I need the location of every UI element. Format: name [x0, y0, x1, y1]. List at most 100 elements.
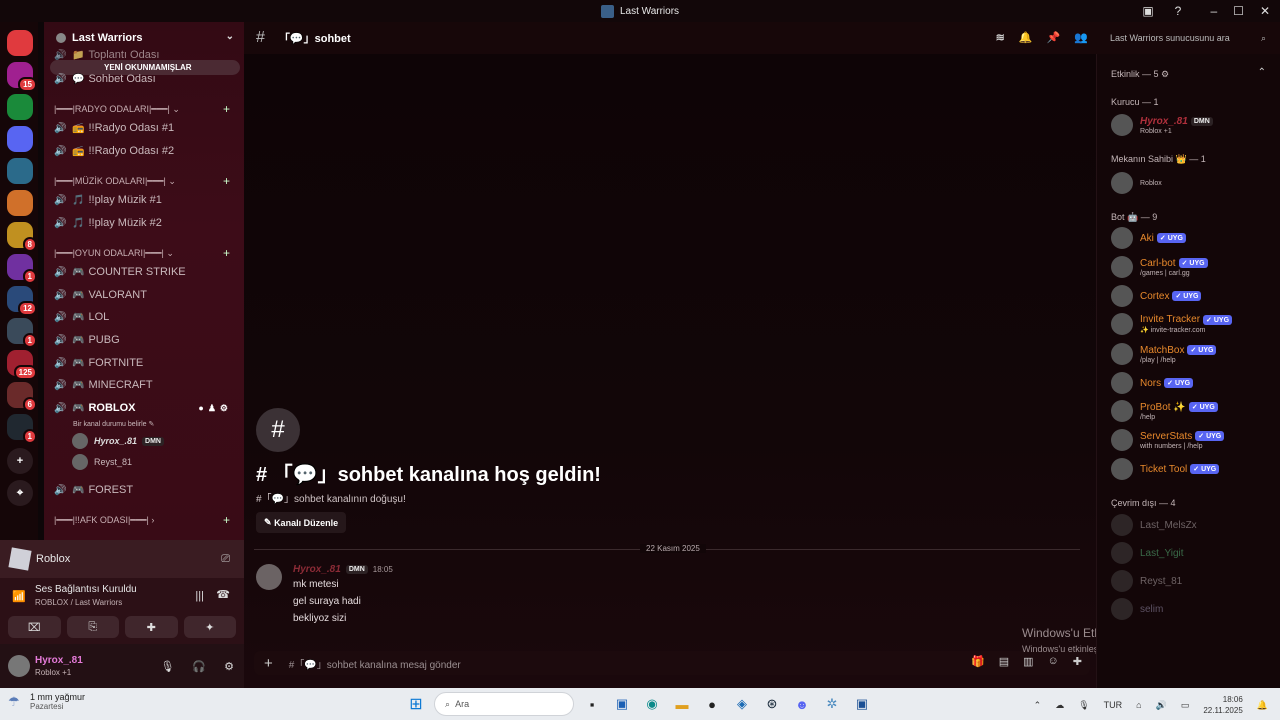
windows-start-icon[interactable]: ⊞ [404, 692, 428, 716]
invite-icon[interactable]: ♟ [208, 403, 216, 414]
browser-icon[interactable]: ● [700, 692, 724, 716]
channel-valorant[interactable]: 🔊 🎮 VALORANT [54, 285, 236, 305]
weather-widget[interactable]: ☂ 1 mm yağmur Pazartesi [8, 692, 85, 711]
channel-fortnite[interactable]: 🔊 🎮 FORTNITE [54, 353, 236, 373]
user-panel[interactable]: Hyrox_.81 Roblox +1 🎙 🎧 ⚙ [0, 644, 244, 688]
server-icon[interactable]: 6 [7, 382, 37, 412]
member-item[interactable]: Last_MelsZx [1111, 514, 1276, 536]
chevron-down-icon[interactable]: ⌄ [226, 31, 234, 42]
server-icon[interactable] [7, 190, 33, 216]
member-item[interactable]: Ticket Tool ✓ UYG [1111, 458, 1276, 480]
member-item[interactable]: selim [1111, 598, 1276, 620]
edge-icon[interactable]: ◉ [640, 692, 664, 716]
close-button[interactable]: ✕ [1260, 4, 1270, 18]
gif-icon[interactable]: ▤ [999, 655, 1009, 668]
screen-icon[interactable]: ▣ [1140, 3, 1156, 19]
notification-bell-icon[interactable]: 🔔 [1257, 700, 1268, 711]
member-item[interactable]: Carl-bot ✓ UYG/games | carl.gg [1111, 256, 1276, 278]
category-oyun[interactable]: |━━━|OYUN ODALARI|━━━| ⌄ + [54, 246, 236, 260]
taskbar-search[interactable]: ⌕ Ara [434, 692, 574, 716]
members-icon[interactable]: 👥 [1074, 31, 1088, 44]
add-channel-icon[interactable]: + [223, 102, 230, 116]
member-item[interactable]: Invite Tracker ✓ UYG ✨ invite-tracker.com [1111, 313, 1276, 335]
message-author[interactable]: Hyrox_.81 [293, 564, 341, 575]
member-item[interactable]: Aki ✓ UYG [1111, 227, 1276, 249]
microphone-icon[interactable]: 🎙 [160, 660, 174, 673]
category-muzik[interactable]: |━━━|MÜZİK ODALARI|━━━| ⌄ + [54, 174, 236, 188]
server-icon[interactable]: 8 [7, 222, 37, 252]
channel-forest[interactable]: 🔊 🎮 FOREST [54, 480, 236, 500]
edit-channel-button[interactable]: ✎ Kanalı Düzenle [256, 512, 347, 533]
channel-pubg[interactable]: 🔊 🎮 PUBG [54, 330, 236, 350]
activity-header[interactable]: Etkinlik — 5 ⚙ [1111, 69, 1169, 80]
channel-minecraft[interactable]: 🔊 🎮 MINECRAFT [54, 375, 236, 395]
chat-icon[interactable]: ● [198, 403, 203, 414]
microphone-icon[interactable]: 🎙 [1078, 700, 1089, 711]
category-afk[interactable]: |━━━|!!AFK ODASI|━━━| › + [54, 513, 236, 527]
camera-off-icon[interactable]: ⌧ [8, 616, 61, 638]
screen-share-button[interactable]: ⎘ [66, 616, 119, 638]
voice-user[interactable]: Hyrox_.81 DMN [72, 432, 164, 450]
avatar[interactable] [256, 564, 282, 590]
language-indicator[interactable]: TUR [1104, 700, 1123, 710]
battery-icon[interactable]: ▭ [1181, 700, 1190, 711]
member-item[interactable]: Reyst_81 [1111, 570, 1276, 592]
disconnect-icon[interactable]: ☎ [216, 588, 230, 601]
app-icon[interactable]: ▣ [850, 692, 874, 716]
gift-icon[interactable]: 🎁 [971, 655, 985, 668]
cloud-icon[interactable]: ☁ [1055, 700, 1064, 711]
server-icon[interactable]: 1 [7, 414, 37, 444]
channel-counter-strike[interactable]: 🔊 🎮 COUNTER STRIKE [54, 262, 236, 282]
apps-icon[interactable]: ✚ [1073, 655, 1082, 668]
category-radyo[interactable]: |━━━|RADYO ODALARI|━━━| ⌄ + [54, 102, 236, 116]
soundboard-icon[interactable]: ✦ [183, 616, 236, 638]
member-item[interactable]: ProBot ✨ ✓ UYG/help [1111, 400, 1276, 422]
channel-status-prompt[interactable]: Bir kanal durumu belirle ✎ [73, 415, 154, 433]
channel-muzik-2[interactable]: 🔊 🎵 !!play Müzik #2 [54, 213, 236, 233]
member-item[interactable]: Nors ✓ UYG [1111, 372, 1276, 394]
maximize-button[interactable]: ☐ [1233, 4, 1244, 18]
bell-icon[interactable]: 🔔 [1019, 31, 1033, 44]
task-view-icon[interactable]: ▪ [580, 692, 604, 716]
app-icon[interactable]: ◈ [730, 692, 754, 716]
discord-icon[interactable]: ☻ [790, 692, 814, 716]
chevron-up-icon[interactable]: ⌃ [1258, 67, 1266, 78]
search-input[interactable]: Last Warriors sunucusunu ara ⌕ [1102, 27, 1272, 49]
member-item[interactable]: Cortex ✓ UYG [1111, 285, 1276, 307]
server-icon[interactable] [7, 126, 33, 152]
steam-icon[interactable]: ⊛ [760, 692, 784, 716]
activities-icon[interactable]: ✚ [125, 616, 178, 638]
member-item[interactable]: Hyrox_.81 DMN Roblox +1 [1111, 114, 1276, 136]
noise-suppression-icon[interactable]: ||| [195, 590, 204, 602]
screen-share-icon[interactable]: ⎚ [221, 553, 230, 566]
channel-sohbet-odasi[interactable]: 🔊 💬 Sohbet Odası [54, 69, 236, 89]
server-icon[interactable]: 125 [7, 350, 37, 380]
emoji-icon[interactable]: ☺ [1048, 655, 1059, 668]
voice-user[interactable]: Reyst_81 [72, 453, 132, 471]
activity-row[interactable]: Roblox ⎚ [0, 540, 244, 578]
discord-logo-icon[interactable] [7, 30, 33, 56]
volume-icon[interactable]: 🔊 [1156, 700, 1167, 711]
server-icon[interactable] [7, 158, 33, 184]
help-icon[interactable]: ? [1170, 3, 1186, 19]
explore-icon[interactable]: ⌖ [7, 480, 33, 506]
channel-radyo-2[interactable]: 🔊 📻 !!Radyo Odası #2 [54, 141, 236, 161]
store-icon[interactable]: ▣ [610, 692, 634, 716]
channel-lol[interactable]: 🔊 🎮 LOL [54, 307, 236, 327]
threads-icon[interactable]: ≋ [996, 31, 1005, 44]
minimize-button[interactable]: – [1210, 4, 1217, 18]
member-item[interactable]: Last_Yigit [1111, 542, 1276, 564]
member-item[interactable]: Roblox [1111, 172, 1276, 194]
add-channel-icon[interactable]: + [223, 513, 230, 527]
gear-icon[interactable]: ⚙ [224, 660, 234, 673]
sticker-icon[interactable]: ▥ [1023, 655, 1033, 668]
add-attachment-icon[interactable]: + [264, 655, 273, 672]
channel-muzik-1[interactable]: 🔊 🎵 !!play Müzik #1 [54, 190, 236, 210]
chevron-up-icon[interactable]: ⌃ [1034, 700, 1042, 711]
add-channel-icon[interactable]: + [223, 246, 230, 260]
channel-radyo-1[interactable]: 🔊 📻 !!Radyo Odası #1 [54, 118, 236, 138]
server-icon[interactable]: 1 [7, 318, 37, 348]
add-server-icon[interactable]: + [7, 448, 33, 474]
headphones-icon[interactable]: 🎧 [192, 660, 206, 673]
server-icon[interactable]: 12 [7, 286, 37, 316]
